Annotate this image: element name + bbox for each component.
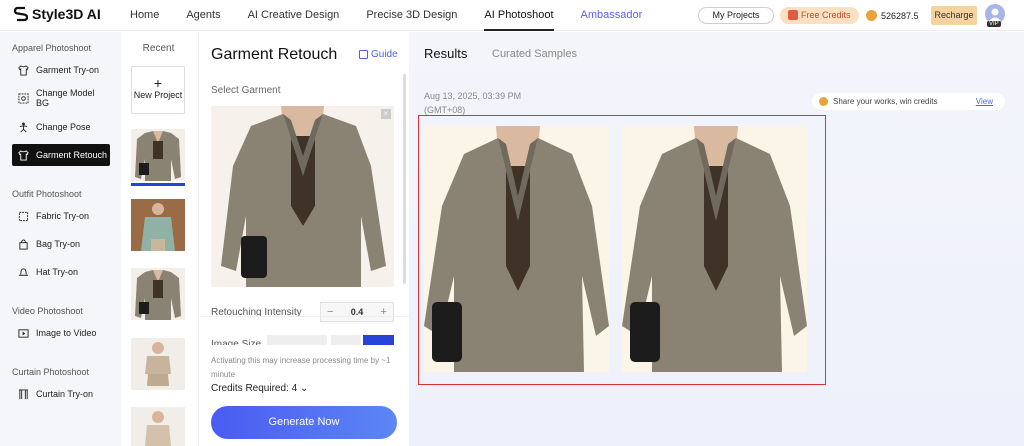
recharge-button[interactable]: Recharge bbox=[931, 6, 977, 25]
style3d-logo-icon bbox=[14, 6, 28, 22]
sidebar-item-label: Bag Try-on bbox=[36, 239, 81, 249]
pose-icon bbox=[19, 121, 28, 132]
free-credits-button[interactable]: Free Credits bbox=[780, 7, 859, 24]
nav-ai-photoshoot[interactable]: AI Photoshoot bbox=[484, 0, 554, 31]
sidebar-item-label: Change Model BG bbox=[36, 88, 95, 108]
selected-garment-image[interactable]: × bbox=[211, 106, 394, 287]
nav-ambassador[interactable]: Ambassador bbox=[581, 0, 643, 31]
active-thumb-indicator bbox=[131, 183, 185, 186]
recent-thumb-3[interactable] bbox=[131, 268, 185, 320]
tab-curated-samples[interactable]: Curated Samples bbox=[492, 48, 577, 60]
nav-home[interactable]: Home bbox=[130, 0, 159, 31]
top-nav-bar: Style3D AI Home Agents AI Creative Desig… bbox=[0, 0, 1024, 31]
new-project-label: New Project bbox=[133, 90, 183, 100]
chevron-down-icon: ⌄ bbox=[299, 383, 309, 394]
processing-note: Activating this may increase processing … bbox=[211, 356, 391, 379]
fabric-icon bbox=[18, 211, 29, 221]
sidebar-item-garment-try-on[interactable]: Garment Try-on bbox=[12, 59, 110, 81]
recent-thumb-2[interactable] bbox=[131, 199, 185, 251]
image-size-label: Image Size bbox=[211, 339, 262, 345]
sidebar-item-label: Garment Retouch bbox=[36, 150, 108, 160]
background-icon bbox=[18, 92, 29, 104]
recent-thumb-4[interactable] bbox=[131, 338, 185, 390]
remove-garment-icon[interactable]: × bbox=[381, 109, 391, 119]
sidebar-item-garment-retouch[interactable]: Garment Retouch bbox=[12, 144, 110, 166]
free-credits-label: Free Credits bbox=[801, 10, 851, 20]
sidebar-section-outfit: Outfit Photoshoot bbox=[12, 189, 82, 199]
nav-precise-3d-design[interactable]: Precise 3D Design bbox=[366, 0, 457, 31]
video-icon bbox=[18, 328, 29, 338]
my-projects-button[interactable]: My Projects bbox=[698, 7, 774, 24]
sidebar-item-image-to-video[interactable]: Image to Video bbox=[12, 322, 110, 344]
results-area: Results Curated Samples Aug 13, 2025, 03… bbox=[409, 32, 1024, 446]
retouch-panel: Garment Retouch Guide Select Garment × R… bbox=[200, 32, 409, 446]
sidebar-item-change-model-bg[interactable]: Change Model BG bbox=[12, 87, 110, 109]
retouch-icon bbox=[18, 149, 29, 161]
recent-thumb-5[interactable] bbox=[131, 407, 185, 446]
new-project-button[interactable]: + New Project bbox=[131, 66, 185, 114]
brand-logo[interactable]: Style3D AI bbox=[14, 6, 101, 22]
book-icon bbox=[359, 50, 368, 59]
nav-agents[interactable]: Agents bbox=[186, 0, 220, 31]
generate-now-button[interactable]: Generate Now bbox=[211, 406, 397, 439]
sidebar-item-label: Change Pose bbox=[36, 122, 91, 132]
nav-ai-creative-design[interactable]: AI Creative Design bbox=[248, 0, 340, 31]
sidebar-item-label: Garment Try-on bbox=[36, 65, 100, 75]
sidebar-item-label: Hat Try-on bbox=[36, 267, 79, 277]
guide-label: Guide bbox=[371, 49, 398, 60]
page-title: Garment Retouch bbox=[211, 46, 338, 63]
credits-required-label: Credits Required: 4 bbox=[211, 383, 298, 394]
sidebar: Apparel Photoshoot Garment Try-on Change… bbox=[0, 32, 121, 446]
sidebar-section-apparel: Apparel Photoshoot bbox=[12, 43, 92, 53]
image-size-option[interactable] bbox=[331, 335, 361, 345]
sidebar-item-change-pose[interactable]: Change Pose bbox=[12, 116, 110, 138]
image-size-option[interactable] bbox=[267, 335, 327, 345]
sidebar-item-hat-try-on[interactable]: Hat Try-on bbox=[12, 261, 110, 283]
recent-title: Recent bbox=[142, 43, 175, 54]
select-garment-label: Select Garment bbox=[211, 85, 281, 96]
credits-balance: 526287.5 bbox=[866, 7, 919, 24]
result-image-1[interactable] bbox=[424, 126, 609, 372]
shirt-icon bbox=[18, 64, 29, 76]
curtain-icon bbox=[18, 388, 29, 399]
recent-thumb-1[interactable] bbox=[131, 129, 185, 181]
plus-icon: + bbox=[153, 75, 163, 91]
gift-icon bbox=[788, 10, 798, 20]
share-banner[interactable]: Share your works, win credits View bbox=[812, 93, 1005, 110]
image-size-options[interactable] bbox=[267, 335, 394, 345]
sidebar-item-label: Curtain Try-on bbox=[36, 389, 94, 399]
sidebar-item-label: Image to Video bbox=[36, 328, 97, 338]
credits-value: 526287.5 bbox=[881, 10, 919, 21]
share-text: Share your works, win credits bbox=[833, 97, 938, 106]
intensity-stepper[interactable]: − 0.4 + bbox=[320, 302, 394, 322]
credits-required[interactable]: Credits Required: 4 ⌄ bbox=[211, 383, 308, 394]
brand-name: Style3D AI bbox=[32, 6, 101, 22]
sidebar-item-curtain-try-on[interactable]: Curtain Try-on bbox=[12, 383, 110, 405]
coin-icon bbox=[819, 97, 828, 106]
panel-scrollbar[interactable] bbox=[403, 74, 406, 284]
guide-link[interactable]: Guide bbox=[359, 49, 398, 60]
result-timestamp: Aug 13, 2025, 03:39 PM (GMT+08) bbox=[424, 91, 522, 115]
bag-icon bbox=[19, 238, 28, 250]
sidebar-item-fabric-try-on[interactable]: Fabric Try-on bbox=[12, 205, 110, 227]
sidebar-item-bag-try-on[interactable]: Bag Try-on bbox=[12, 233, 110, 255]
tab-results[interactable]: Results bbox=[424, 46, 467, 61]
share-view-link[interactable]: View bbox=[976, 93, 993, 110]
image-size-option-selected[interactable] bbox=[363, 335, 394, 345]
sidebar-section-curtain: Curtain Photoshoot bbox=[12, 367, 90, 377]
hat-icon bbox=[18, 267, 29, 276]
result-image-2[interactable] bbox=[622, 126, 807, 372]
recent-projects: Recent + New Project bbox=[121, 32, 318, 446]
vip-badge: VIP bbox=[987, 21, 1001, 27]
sidebar-item-label: Fabric Try-on bbox=[36, 211, 90, 221]
sidebar-section-video: Video Photoshoot bbox=[12, 306, 83, 316]
coin-icon bbox=[866, 10, 877, 21]
main-nav: Home Agents AI Creative Design Precise 3… bbox=[130, 0, 669, 31]
panel-divider bbox=[200, 316, 409, 317]
avatar[interactable]: VIP bbox=[985, 4, 1005, 27]
